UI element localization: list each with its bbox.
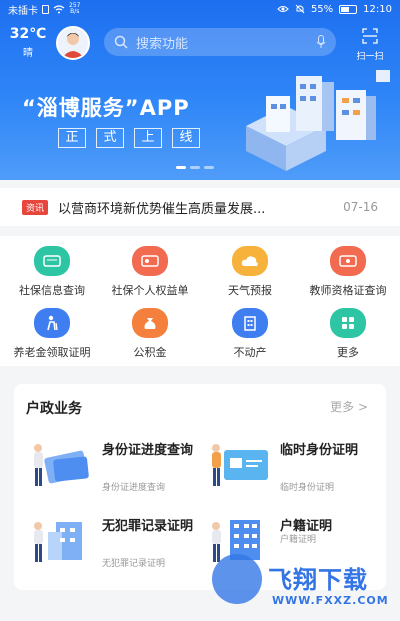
item-subtitle: 户籍证明 [280,535,317,545]
elderly-icon [34,308,70,338]
scan-label: 扫一扫 [356,52,384,62]
household-item-id-progress[interactable]: 身份证进度查询 身份证进度查询 [28,434,198,498]
certificate-icon [330,246,366,276]
watermark-name: 飞翔下载 [268,566,368,594]
item-title: 无犯罪记录证明 [102,519,194,534]
carousel-dot[interactable] [190,166,200,169]
header-banner: 未插卡 257 B/s 55% 12:10 32℃ 晴 搜索功能 扫一扫 “淄博… [0,0,400,180]
service-weather[interactable]: 天气预报 [200,246,300,298]
microphone-icon[interactable] [316,35,326,49]
city-illustration [246,70,390,171]
item-subtitle: 无犯罪记录证明 [102,559,166,569]
carousel-dot[interactable] [204,166,214,169]
weather-widget[interactable]: 32℃ 晴 [8,26,48,59]
avatar[interactable] [56,26,90,60]
temp-id-illustration [212,444,268,486]
record-building-illustration [34,522,82,562]
service-label: 教师资格证查询 [309,284,387,297]
service-pension-certificate[interactable]: 养老金领取证明 [2,308,102,360]
speed-unit: B/s [70,8,80,15]
banner-sub-char: 正 [58,128,86,148]
scan-icon [362,28,378,44]
banner-sub-char: 式 [96,128,124,148]
banner-sub-char: 线 [172,128,200,148]
service-label: 更多 [337,346,359,359]
banner-title: “淄博服务”APP [22,96,190,120]
service-social-security-rights[interactable]: 社保个人权益单 [100,246,200,298]
carrier-label: 未插卡 [8,5,38,17]
service-social-security-info[interactable]: 社保信息查询 [2,246,102,298]
id-card-icon [34,246,70,276]
battery-icon [339,4,358,14]
household-item-no-criminal-record[interactable]: 无犯罪记录证明 无犯罪记录证明 [28,510,198,574]
news-tag: 资讯 [22,199,49,215]
search-bar[interactable]: 搜索功能 [104,28,336,56]
banner-subtitle: 正 式 上 线 [58,128,200,148]
service-label: 社保个人权益单 [111,284,189,297]
carousel-dot[interactable] [176,166,186,169]
service-teacher-certificate[interactable]: 教师资格证查询 [298,246,398,298]
weather-condition: 晴 [23,48,33,59]
grid-icon [330,308,366,338]
item-subtitle: 临时身份证明 [280,483,335,493]
eye-icon [277,6,289,12]
id-card-person-illustration [34,444,89,486]
status-bar: 未插卡 257 B/s 55% 12:10 [0,0,400,18]
household-item-temp-id[interactable]: 临时身份证明 临时身份证明 [206,434,376,498]
service-real-estate[interactable]: 不动产 [200,308,300,360]
cloud-icon [232,246,268,276]
search-icon [114,35,128,49]
section-more-link[interactable]: 更多 > [330,398,368,415]
service-housing-fund[interactable]: 公积金 [100,308,200,360]
services-grid: 社保信息查询 社保个人权益单 天气预报 教师资格证查询 养老金领取证明 公积金 [0,236,400,366]
section-title: 户政业务 [26,401,82,417]
item-title: 身份证进度查询 [102,443,194,458]
service-label: 公积金 [133,346,167,359]
card-icon [132,246,168,276]
news-ticker[interactable]: 资讯 以营商环境新优势催生高质量发展... 07-16 [0,188,400,226]
search-placeholder: 搜索功能 [136,36,189,52]
scan-button[interactable]: 扫一扫 [350,28,390,62]
news-date: 07-16 [343,200,378,214]
service-label: 天气预报 [228,284,272,297]
item-title: 临时身份证明 [280,443,359,458]
clock: 12:10 [363,3,392,15]
weather-temp: 32℃ [9,26,47,42]
user-avatar-icon [62,33,84,58]
service-more[interactable]: 更多 [298,308,398,360]
news-title[interactable]: 以营商环境新优势催生高质量发展... [58,198,331,217]
service-label: 不动产 [233,346,267,359]
banner-sub-char: 上 [134,128,162,148]
network-speed: 257 B/s [69,3,80,15]
watermark: 飞翔下载 WWW.FXXZ.COM [212,554,400,618]
carousel-indicator[interactable] [176,166,214,169]
item-subtitle: 身份证进度查询 [102,483,166,493]
watermark-logo-icon [212,554,262,604]
money-bag-icon [132,308,168,338]
building-icon [232,308,268,338]
battery-percent: 55% [310,3,334,15]
watermark-url: WWW.FXXZ.COM [272,594,389,607]
mute-bell-icon [295,4,305,14]
service-label: 社保信息查询 [19,284,85,297]
wifi-icon [53,4,65,13]
service-label: 养老金领取证明 [13,346,91,359]
sim-icon [42,4,49,14]
